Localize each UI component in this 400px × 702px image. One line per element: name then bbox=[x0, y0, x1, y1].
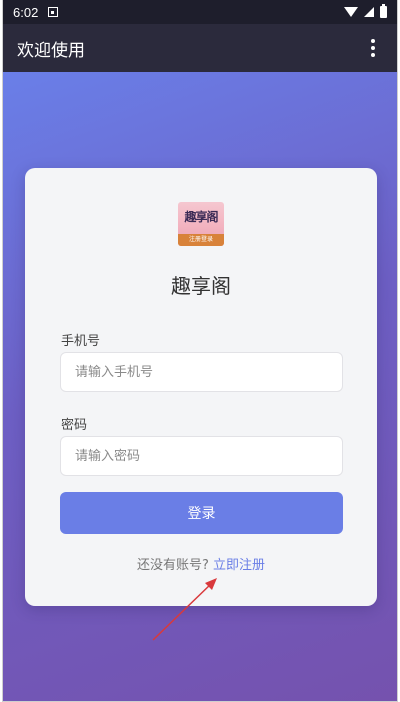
login-card: 趣享阁 注册登录 趣享阁 手机号 密码 登录 还没有账号? 立即注册 bbox=[25, 168, 377, 606]
register-prompt: 还没有账号? bbox=[136, 558, 209, 573]
more-vert-icon[interactable] bbox=[363, 36, 383, 60]
notification-icon bbox=[48, 7, 59, 17]
status-indicators bbox=[344, 4, 387, 18]
login-button[interactable]: 登录 bbox=[60, 492, 343, 534]
password-label: 密码 bbox=[61, 418, 88, 433]
register-row: 还没有账号? 立即注册 bbox=[25, 554, 377, 573]
main-content: 趣享阁 注册登录 趣享阁 手机号 密码 登录 还没有账号? 立即注册 bbox=[3, 72, 397, 701]
logo-strip: 注册登录 bbox=[178, 234, 224, 246]
app-logo: 趣享阁 注册登录 bbox=[178, 202, 224, 246]
phone-label: 手机号 bbox=[61, 334, 101, 349]
wifi-icon bbox=[344, 7, 358, 17]
app-title: 欢迎使用 bbox=[17, 40, 85, 61]
phone-input[interactable] bbox=[60, 352, 343, 392]
signal-icon bbox=[364, 7, 374, 17]
password-input[interactable] bbox=[60, 436, 343, 476]
brand-name: 趣享阁 bbox=[171, 274, 231, 298]
status-time: 6:02 bbox=[13, 4, 39, 20]
logo-text: 趣享阁 bbox=[184, 210, 218, 224]
battery-icon bbox=[380, 4, 387, 18]
status-bar: 6:02 bbox=[3, 0, 397, 24]
phone-screen: 6:02 欢迎使用 趣享阁 注册登录 趣享阁 手机号 密码 登录 还没 bbox=[2, 0, 398, 702]
register-link[interactable]: 立即注册 bbox=[213, 558, 265, 573]
app-bar: 欢迎使用 bbox=[3, 24, 397, 72]
